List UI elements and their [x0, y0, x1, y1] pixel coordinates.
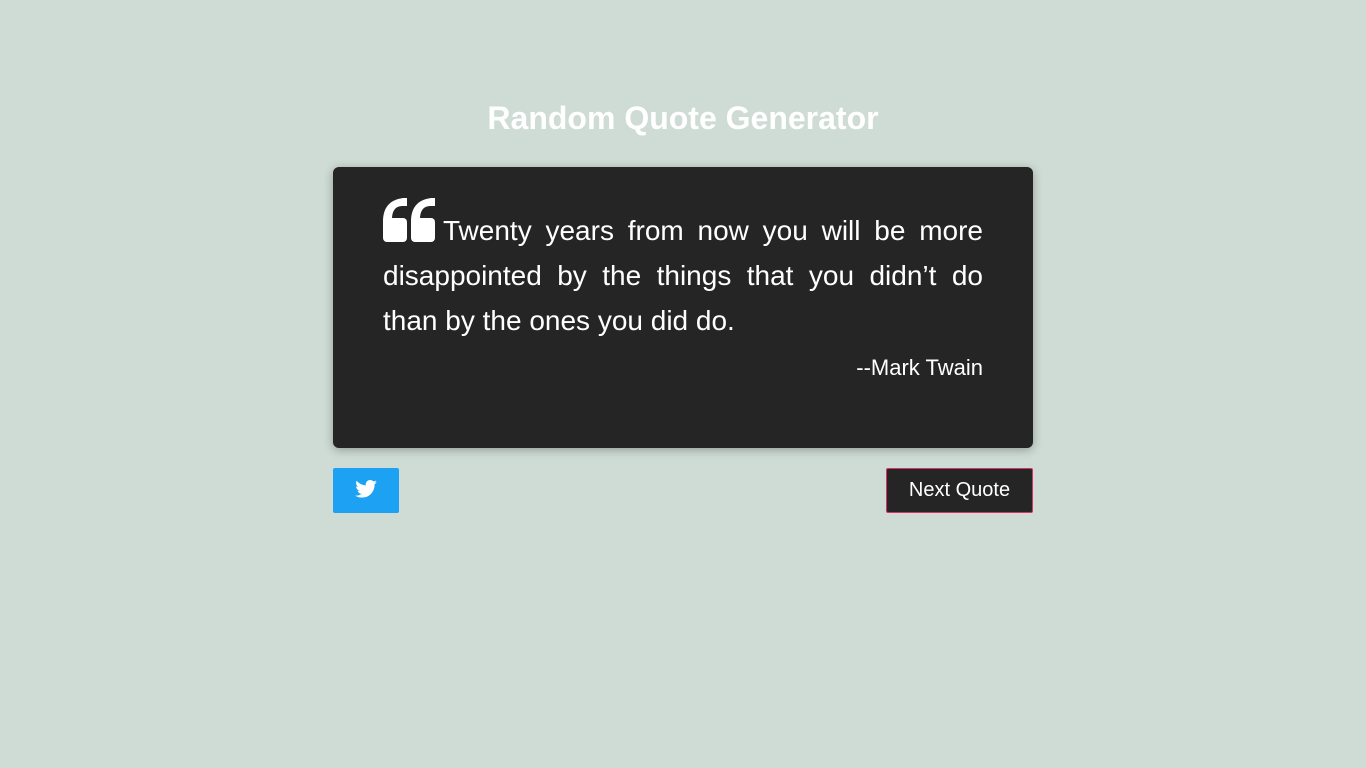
next-quote-button[interactable]: Next Quote: [886, 468, 1033, 513]
twitter-icon: [355, 480, 377, 501]
quote-card: Twenty years from now you will be more d…: [333, 167, 1033, 448]
quote-text: Twenty years from now you will be more d…: [383, 215, 983, 336]
quote-text-block: Twenty years from now you will be more d…: [383, 198, 983, 343]
page-title: Random Quote Generator: [487, 100, 879, 136]
page: Random Quote Generator Twenty years from…: [0, 0, 1366, 768]
quote-author: --Mark Twain: [856, 355, 983, 380]
quote-left-icon: [383, 198, 435, 242]
tweet-button[interactable]: [333, 468, 399, 513]
